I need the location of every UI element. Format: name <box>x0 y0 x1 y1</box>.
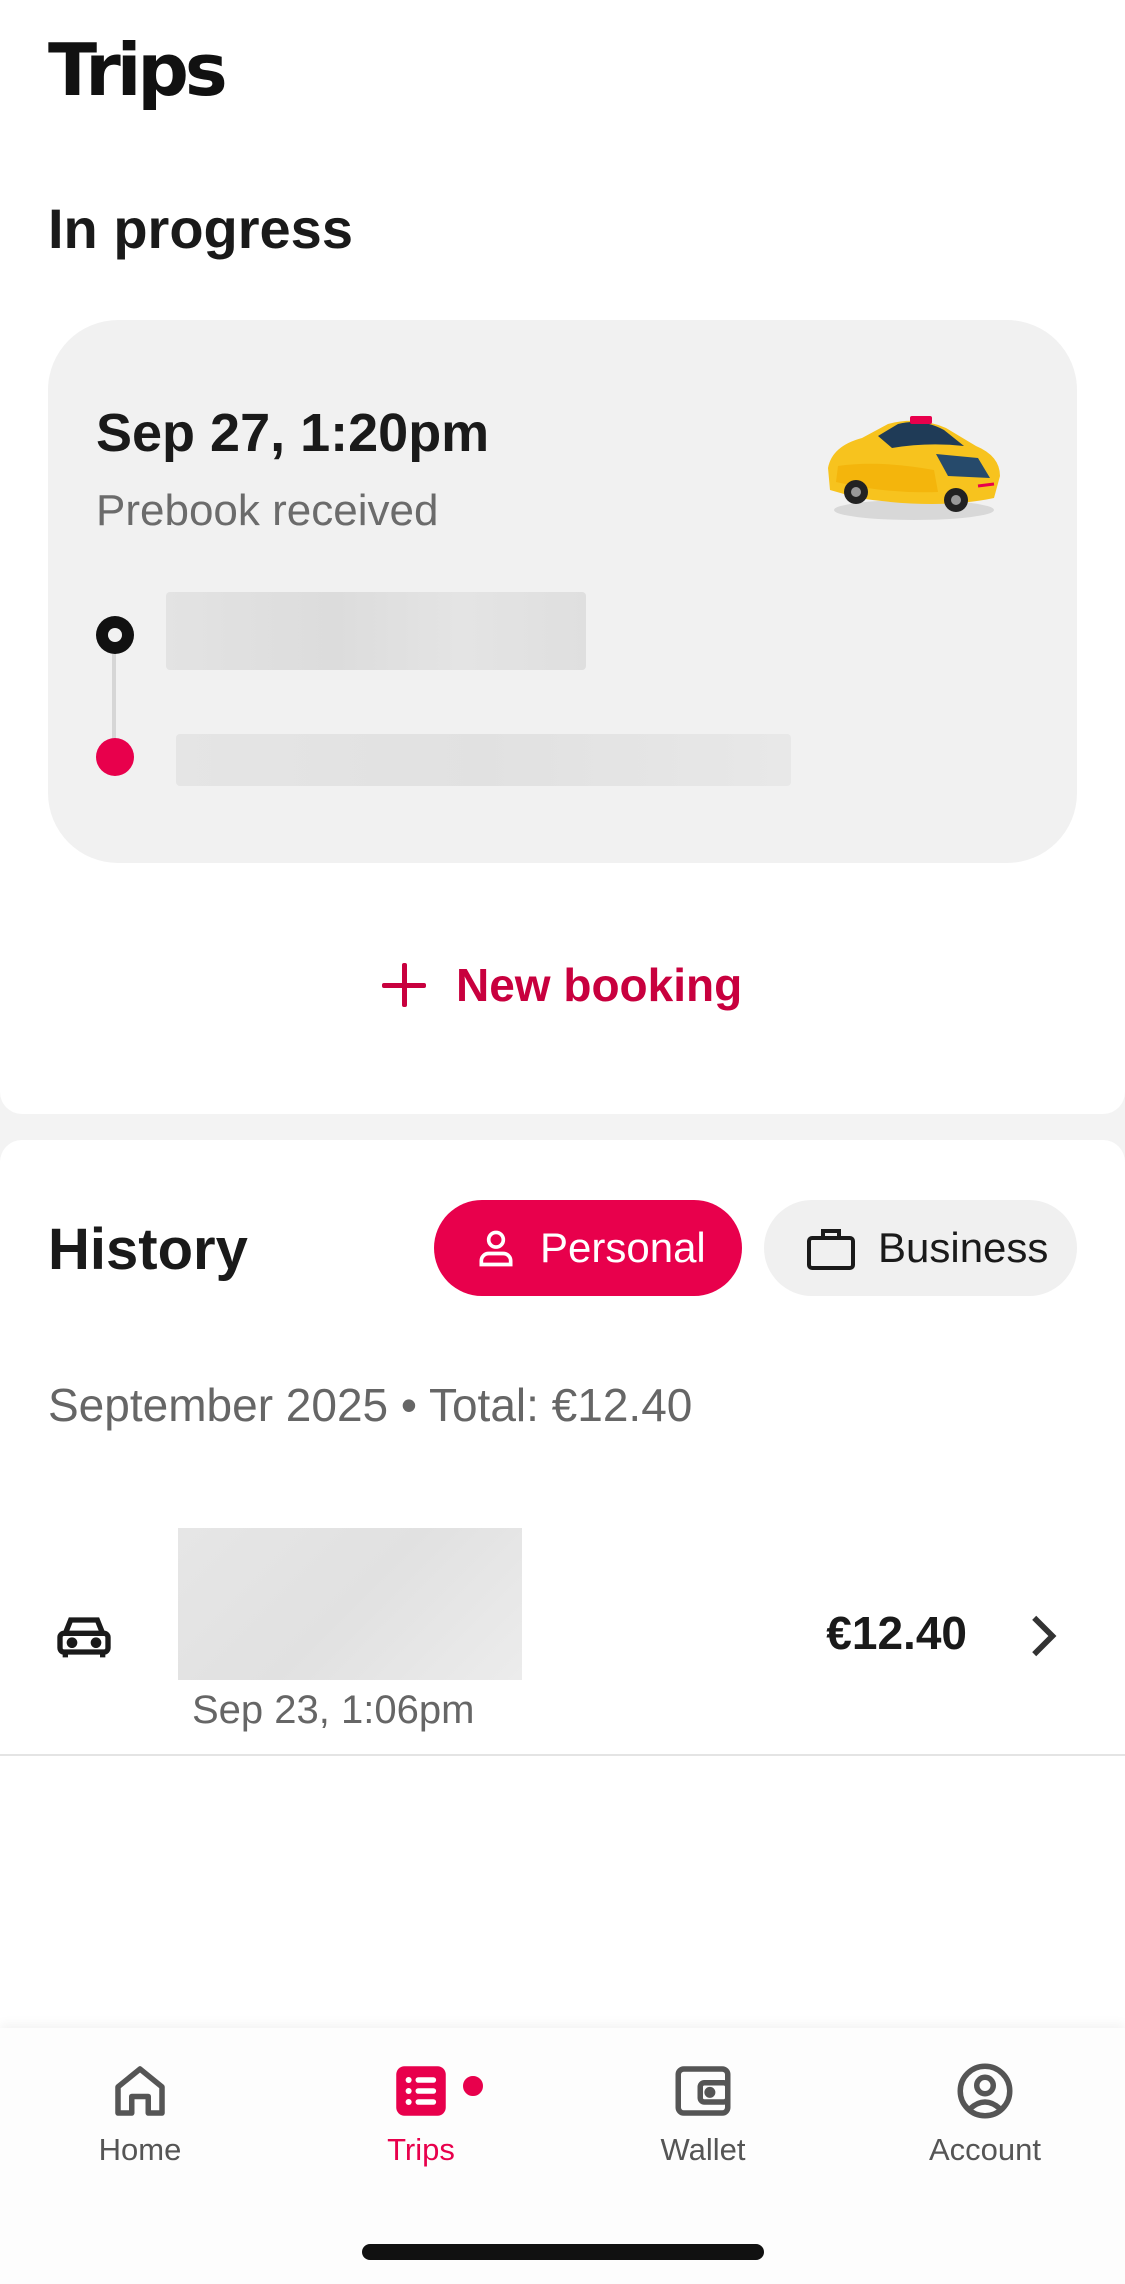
in-progress-trip-card[interactable]: Sep 27, 1:20pm Prebook received <box>48 320 1077 863</box>
briefcase-icon <box>807 1229 855 1270</box>
history-sheet: History Personal Business September 2025… <box>0 1140 1125 2030</box>
route-line <box>112 640 116 740</box>
nav-home-label: Home <box>98 2132 182 2167</box>
history-title: History <box>48 1217 248 1282</box>
nav-account[interactable]: Account <box>885 2058 1085 2168</box>
plus-icon <box>380 961 428 1009</box>
home-indicator[interactable] <box>362 2244 764 2260</box>
wallet-icon <box>675 2066 731 2116</box>
history-trip-price: €12.40 <box>826 1607 967 1659</box>
person-icon <box>479 1230 513 1267</box>
home-icon <box>115 2066 165 2116</box>
trips-icon <box>396 2066 446 2116</box>
account-icon <box>957 2063 1013 2119</box>
trip-datetime: Sep 27, 1:20pm <box>96 403 490 463</box>
new-booking-label: New booking <box>456 959 743 1011</box>
chevron-right-icon <box>1032 1615 1057 1657</box>
history-trip-datetime: Sep 23, 1:06pm <box>192 1688 475 1732</box>
pickup-marker-icon <box>96 616 134 654</box>
pickup-address-redacted <box>166 592 586 670</box>
car-icon <box>57 1617 111 1658</box>
trip-status: Prebook received <box>96 486 439 535</box>
nav-account-label: Account <box>928 2132 1041 2167</box>
dropoff-marker-icon <box>96 738 134 776</box>
filter-business-label: Business <box>878 1224 1049 1271</box>
trip-address-redacted <box>178 1528 522 1680</box>
nav-trips-label: Trips <box>387 2132 455 2167</box>
dropoff-address-redacted <box>176 734 791 786</box>
filter-personal-chip[interactable]: Personal <box>434 1200 742 1296</box>
notification-badge <box>460 2073 486 2099</box>
filter-personal-label: Personal <box>540 1224 706 1271</box>
nav-wallet-label: Wallet <box>660 2132 746 2167</box>
nav-wallet[interactable]: Wallet <box>603 2058 803 2168</box>
nav-home[interactable]: Home <box>40 2058 240 2168</box>
taxi-car-illustration <box>828 416 1000 520</box>
top-sheet: Trips In progress Sep 27, 1:20pm Prebook… <box>0 0 1125 1114</box>
page-title: Trips <box>48 28 228 112</box>
month-summary: September 2025 • Total: €12.40 <box>48 1379 693 1431</box>
filter-business-chip[interactable]: Business <box>764 1200 1077 1296</box>
in-progress-title: In progress <box>48 197 353 260</box>
history-trip-row[interactable]: Sep 23, 1:06pm €12.40 <box>0 1510 1125 1756</box>
nav-trips[interactable]: Trips <box>321 2058 521 2168</box>
new-booking-button[interactable]: New booking <box>380 950 742 1020</box>
